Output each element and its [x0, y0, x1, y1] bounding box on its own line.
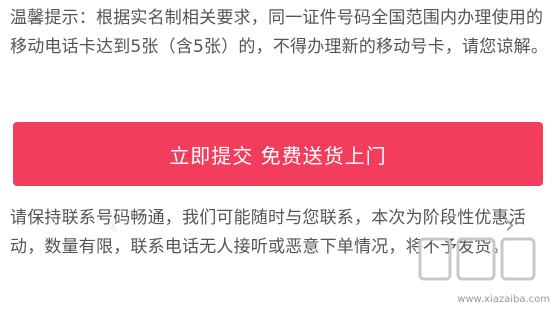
contact-note-text: 请保持联系号码畅通，我们可能随时与您联系，本次为阶段性优惠活动，数量有限，联系电… [10, 208, 526, 257]
notice-text: 温馨提示：根据实名制相关要求，同一证件号码全国范围内办理使用的移动电话卡达到5张… [10, 8, 549, 57]
submit-order-button[interactable]: 立即提交 免费送货上门 [13, 122, 543, 186]
chevron-left-icon[interactable]: ‹ [100, 212, 126, 238]
watermark-site: www.xiazaiba.com [457, 294, 550, 305]
chevron-right-icon[interactable]: › [497, 212, 523, 238]
